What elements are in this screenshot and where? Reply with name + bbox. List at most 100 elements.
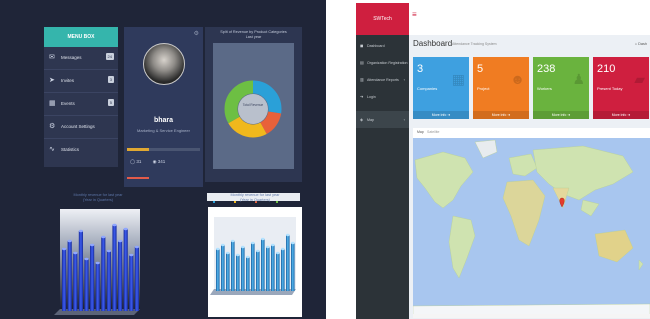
breadcrumb-home[interactable]: ⌂ Dash	[635, 42, 647, 46]
bar-top	[106, 249, 111, 253]
asia	[532, 145, 634, 201]
bar	[101, 237, 106, 311]
bar-top	[112, 223, 117, 227]
world-map-svg	[413, 139, 650, 318]
profile-stats: ◯ 31 ◉ 341	[130, 159, 200, 169]
sidebar-item-label: Map	[367, 117, 374, 122]
bar	[123, 229, 128, 311]
sidebar-item-dashboard[interactable]: ◼ Dashboard	[356, 37, 409, 54]
bar-top	[241, 245, 245, 249]
monthly-revenue-chart-right: Monthly revenue for last year (Year in Q…	[208, 193, 302, 317]
chart-subtitle: (Year in Quarters)	[82, 198, 114, 202]
breadcrumb-home-label: Dash	[638, 42, 647, 46]
bar-top	[62, 247, 67, 251]
bar	[221, 245, 225, 291]
menu-item-invites[interactable]: ➤ Invites 3	[44, 70, 118, 93]
donut-chart	[224, 80, 282, 138]
map-icon: ◈	[360, 117, 364, 122]
bar-top	[256, 249, 260, 253]
tile-value: 5	[477, 63, 484, 75]
page-title: Dashboard	[413, 39, 453, 48]
sidebar: ◼ Dashboard ▤ Organization Registration …	[356, 35, 409, 319]
bar	[261, 239, 265, 291]
bar-top	[291, 241, 295, 245]
profile-name: bhara	[153, 117, 174, 124]
menu-item-messages[interactable]: ✉ Messages 24	[44, 47, 118, 70]
gear-icon: ⚙	[49, 123, 56, 130]
tile-more-info-link[interactable]: More info ➜	[593, 111, 649, 119]
profile-accent-bar	[127, 177, 149, 179]
menu-item-account-settings[interactable]: ⚙ Account Settings	[44, 116, 118, 139]
building-icon: ▤	[360, 60, 364, 65]
users-icon: ☻	[510, 71, 525, 87]
sidebar-item-label: Attendance Reports	[367, 77, 399, 82]
world-map[interactable]	[413, 138, 650, 318]
tile-more-info-link[interactable]: More info ➜	[413, 111, 469, 119]
sidebar-item-attendance-reports[interactable]: ▥ Attendance Reports ‹	[356, 71, 409, 88]
views-count: 341	[157, 159, 166, 164]
europe	[508, 153, 538, 177]
menu-item-label: Statistics	[61, 147, 80, 152]
bar	[281, 249, 285, 291]
south-america	[448, 215, 476, 279]
building-icon: ▦	[451, 71, 465, 87]
bar	[106, 251, 111, 311]
comment-icon: ◯	[130, 159, 136, 164]
bar	[84, 259, 89, 311]
bar	[73, 253, 78, 311]
sidebar-item-login[interactable]: ➔ Login	[356, 88, 409, 105]
tab-satellite[interactable]: Satellite	[427, 130, 439, 134]
bar	[256, 251, 260, 291]
bar	[241, 247, 245, 291]
profile-progress-bars	[127, 148, 200, 151]
map-type-tabs: Map Satellite	[413, 128, 650, 138]
brand-logo[interactable]: SWTech	[356, 3, 409, 35]
bar	[90, 245, 95, 311]
revenue-donut-card: Split of Revenue by Product Categories L…	[205, 27, 302, 203]
bar-top	[221, 243, 225, 247]
profile-card: ⚙ bhara Marketing & Service Engineer ◯ 3…	[124, 27, 203, 187]
bar-top	[261, 237, 265, 241]
arrow-circle-right-icon: ➜	[447, 113, 451, 117]
bar	[246, 257, 250, 291]
chart-title: Monthly revenue for last year (Year in Q…	[42, 193, 154, 203]
messages-badge: 24	[105, 53, 114, 60]
tile-more-info-link[interactable]: More info ➜	[473, 111, 529, 119]
tile-more-info-link[interactable]: More info ➜	[533, 111, 589, 119]
sidebar-item-label: Organization Registration	[367, 60, 408, 65]
bar	[236, 255, 240, 291]
chevron-left-icon: ‹	[403, 77, 405, 82]
monthly-revenue-chart-left: Monthly revenue for last year (Year in Q…	[42, 193, 154, 317]
sidebar-item-map[interactable]: ◈ Map ‹	[356, 111, 409, 128]
bar	[216, 249, 220, 291]
comments-count: 31	[136, 159, 142, 164]
north-america	[414, 151, 474, 209]
greenland	[474, 139, 498, 159]
menu-item-statistics[interactable]: ∿ Statistics	[44, 139, 118, 161]
tile-more-label: More info	[491, 113, 507, 117]
chevron-left-icon: ‹	[403, 117, 405, 122]
bar-chart-3d	[54, 209, 140, 315]
events-badge: 5	[107, 99, 114, 106]
bar-chart-3d	[208, 207, 302, 317]
bar	[112, 225, 117, 311]
sidebar-item-organization-registration[interactable]: ▤ Organization Registration	[356, 54, 409, 71]
bar-top	[67, 239, 72, 243]
login-icon: ➔	[360, 94, 364, 99]
hamburger-menu-icon[interactable]: ≡	[412, 10, 417, 19]
tile-more-label: More info	[611, 113, 627, 117]
settings-icon[interactable]: ⚙	[194, 30, 199, 37]
bar	[231, 241, 235, 291]
arrow-circle-right-icon: ➜	[627, 113, 631, 117]
user-icon: ♟	[572, 71, 585, 87]
dashboard-icon: ◼	[360, 43, 364, 48]
bar-top	[226, 251, 230, 255]
bar-top	[90, 243, 95, 247]
bar	[67, 241, 72, 311]
africa	[502, 179, 546, 247]
bar-top	[246, 255, 250, 259]
tab-map[interactable]: Map	[417, 130, 424, 134]
menu-item-events[interactable]: ▦ Events 5	[44, 93, 118, 116]
bar-top	[129, 253, 134, 257]
report-icon: ▥	[360, 77, 364, 82]
